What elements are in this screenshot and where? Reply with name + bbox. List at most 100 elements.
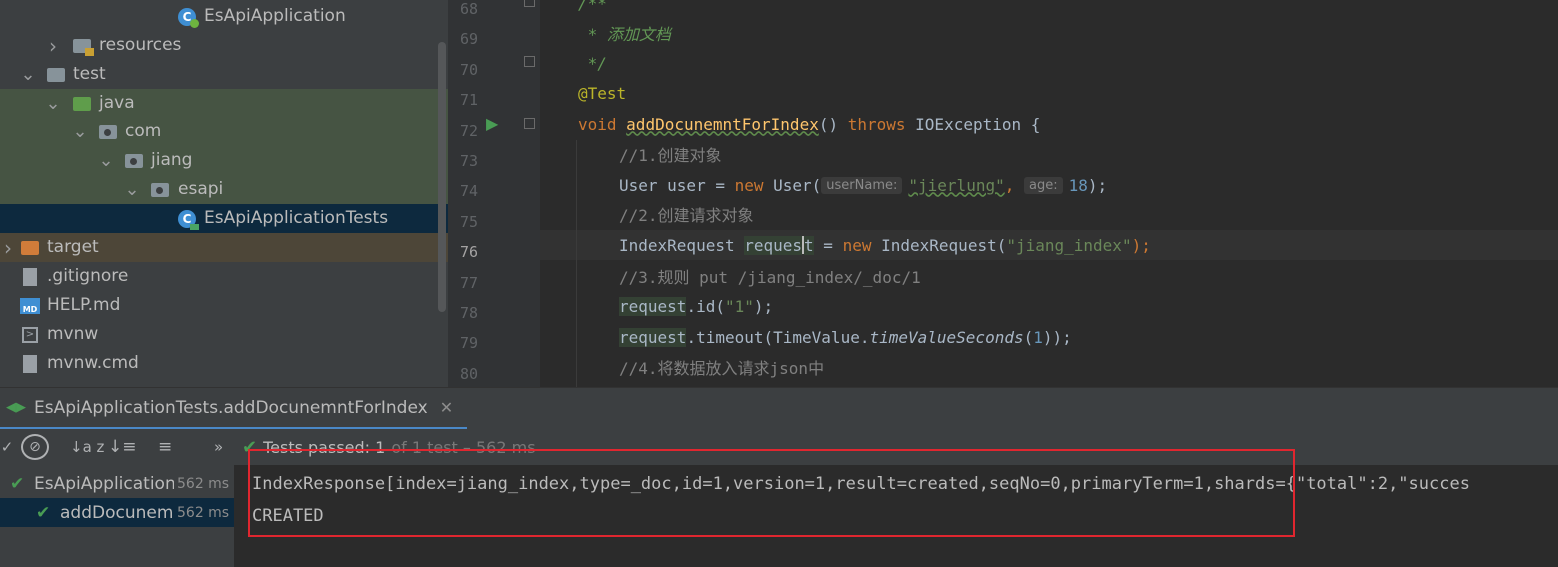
package-icon xyxy=(124,146,144,175)
tree-item-help-md[interactable]: MD HELP.md xyxy=(0,291,448,320)
tree-item-label: java xyxy=(99,93,135,113)
code-line-74: User user = new User(userName: "jierlung"… xyxy=(619,175,1108,195)
tree-item-label: EsApiApplication xyxy=(204,6,346,26)
collapse-all-icon[interactable]: ≡ xyxy=(158,433,172,461)
tree-item-test[interactable]: ⌄ test xyxy=(0,60,448,89)
code-line-72: void addDocunemntForIndex() throws IOExc… xyxy=(578,114,1041,134)
line-number: 75 xyxy=(459,212,478,231)
folder-icon xyxy=(46,60,66,89)
param-hint-age: age: xyxy=(1023,176,1063,194)
code-line-77: //3.规则 put /jiang_index/_doc/1 xyxy=(619,268,921,287)
code-line-78: request .id("1"); xyxy=(619,296,774,316)
line-number: 68 xyxy=(459,0,478,18)
test-class-icon: C xyxy=(177,204,199,233)
run-test-gutter-icon[interactable]: ▶ xyxy=(486,114,498,133)
code-line-70: */ xyxy=(578,53,607,73)
line-number: 74 xyxy=(459,182,478,201)
test-case-row[interactable]: ✔ addDocunem 562 ms xyxy=(0,498,234,527)
tree-item-label: mvnw xyxy=(47,324,99,344)
ignore-file-icon xyxy=(20,262,40,291)
chevron-down-icon[interactable]: ⌄ xyxy=(124,175,140,204)
chevron-down-icon[interactable]: ⌄ xyxy=(20,60,36,89)
chevron-right-icon[interactable]: › xyxy=(45,31,61,60)
code-line-71: @Test xyxy=(578,83,627,103)
code-line-73: //1.创建对象 xyxy=(619,146,722,165)
code-line-68: /** xyxy=(578,0,607,13)
tree-item-java[interactable]: ⌄ java xyxy=(0,89,448,118)
run-config-tab[interactable]: ◀▶ EsApiApplicationTests.addDocunemntFor… xyxy=(0,388,468,430)
code-line-76: IndexRequest reques t = new IndexRequest(… xyxy=(619,235,1151,255)
code-line-75: //2.创建请求对象 xyxy=(619,206,754,225)
tree-item-label: esapi xyxy=(178,179,224,199)
sort-by-duration-icon[interactable]: ↓≡ xyxy=(108,433,137,461)
show-ignored-icon[interactable]: ⊘ xyxy=(21,434,49,460)
fold-marker-icon[interactable] xyxy=(524,0,535,7)
fold-marker-icon[interactable] xyxy=(524,56,535,67)
editor-gutter: 68 69 70 71 72 73 74 75 76 77 78 79 80 ▶ xyxy=(448,0,540,387)
project-tree-panel: C EsApiApplication › resources ⌄ test ⌄ java ⌄ co… xyxy=(0,0,448,387)
sort-alphabetically-icon[interactable]: ↓a z xyxy=(70,433,104,461)
close-tab-icon[interactable]: ✕ xyxy=(440,398,453,417)
tree-item-label: target xyxy=(47,237,99,257)
run-config-title: EsApiApplicationTests.addDocunemntForInd… xyxy=(34,397,428,418)
tree-item-label: resources xyxy=(99,35,182,55)
run-tool-window-header: ◀▶ EsApiApplicationTests.addDocunemntFor… xyxy=(0,387,1558,430)
tree-scrollbar[interactable] xyxy=(438,42,446,312)
tree-item-esapi[interactable]: ⌄ esapi xyxy=(0,175,448,204)
line-number: 70 xyxy=(459,60,478,79)
passed-check-icon: ✔ xyxy=(36,502,51,523)
line-number: 80 xyxy=(459,364,478,383)
tree-item-label: EsApiApplicationTests xyxy=(204,208,389,228)
code-line-69: * 添加文档 xyxy=(578,25,671,44)
tree-item-esapiapplicationtests[interactable]: C EsApiApplicationTests xyxy=(0,204,448,233)
test-results-tree: ✔ EsApiApplication 562 ms ✔ addDocunem 5… xyxy=(0,465,234,567)
tree-item-esapiapplication[interactable]: C EsApiApplication xyxy=(0,2,448,31)
code-editor[interactable]: /** * 添加文档 */ @Test void addDocunemntFor… xyxy=(540,0,1558,387)
tree-item-com[interactable]: ⌄ com xyxy=(0,117,448,146)
chevron-down-icon[interactable]: ⌄ xyxy=(72,117,88,146)
indent-guide xyxy=(576,140,577,387)
line-number: 69 xyxy=(459,30,478,49)
tree-item-label: HELP.md xyxy=(47,295,121,315)
show-passed-icon[interactable]: ✓ xyxy=(0,433,14,461)
chevron-down-icon[interactable]: ⌄ xyxy=(45,89,61,118)
line-number: 73 xyxy=(459,152,478,170)
text-file-icon xyxy=(20,349,40,378)
more-actions-icon[interactable]: » xyxy=(214,433,223,461)
line-number: 79 xyxy=(459,334,478,353)
package-icon xyxy=(98,117,118,146)
tree-item-label: jiang xyxy=(151,150,193,170)
code-line-79: request .timeout(TimeValue. timeValueSecon… xyxy=(619,327,1072,347)
highlight-annotation-box xyxy=(248,449,1295,537)
code-line-80: //4.将数据放入请求json中 xyxy=(619,359,825,378)
excluded-folder-icon xyxy=(20,233,40,262)
test-source-folder-icon xyxy=(72,89,92,118)
tree-item-gitignore[interactable]: .gitignore xyxy=(0,262,448,291)
tree-item-mvnw[interactable]: > mvnw xyxy=(0,320,448,349)
fold-marker-icon[interactable] xyxy=(524,118,535,129)
markdown-file-icon: MD xyxy=(20,291,40,320)
param-hint-username: userName: xyxy=(821,176,903,194)
tree-item-label: com xyxy=(125,121,162,141)
spring-class-icon: C xyxy=(177,2,199,31)
test-suite-row[interactable]: ✔ EsApiApplication 562 ms xyxy=(0,469,234,498)
tree-item-mvnw-cmd[interactable]: mvnw.cmd xyxy=(0,349,448,378)
chevron-right-icon[interactable]: › xyxy=(0,233,16,262)
chevron-down-icon[interactable]: ⌄ xyxy=(98,146,114,175)
package-icon xyxy=(150,175,170,204)
tree-item-jiang[interactable]: ⌄ jiang xyxy=(0,146,448,175)
line-number: 71 xyxy=(459,91,478,110)
line-number: 78 xyxy=(459,304,478,322)
tree-item-label: mvnw.cmd xyxy=(47,353,139,373)
run-config-icon: ◀▶ xyxy=(6,400,26,415)
line-number: 76 xyxy=(459,243,478,262)
shell-script-icon: > xyxy=(20,320,40,349)
tree-item-label: test xyxy=(73,64,106,84)
passed-check-icon: ✔ xyxy=(10,473,25,494)
resources-folder-icon xyxy=(72,31,94,60)
tree-item-resources[interactable]: › resources xyxy=(0,31,448,60)
tree-item-label: .gitignore xyxy=(47,266,129,286)
line-number: 77 xyxy=(459,273,478,292)
line-number: 72 xyxy=(459,121,478,140)
tree-item-target[interactable]: › target xyxy=(0,233,448,262)
